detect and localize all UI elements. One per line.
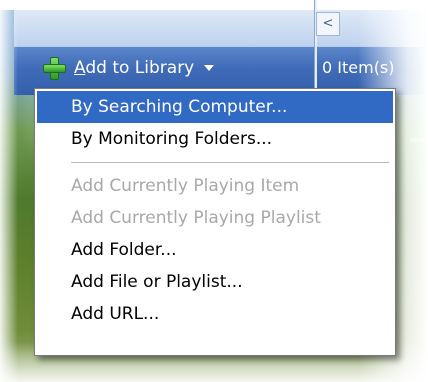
menu-item-add-currently-playing-item: Add Currently Playing Item	[37, 170, 393, 202]
edge-fade-left	[0, 0, 18, 382]
add-to-library-menu: By Searching Computer... By Monitoring F…	[34, 88, 396, 356]
menu-item-label: Add URL...	[71, 304, 160, 324]
add-to-library-label-rest: dd to Library	[85, 58, 195, 78]
mnemonic-letter: A	[74, 58, 86, 78]
menu-item-add-url[interactable]: Add URL...	[37, 298, 393, 330]
menu-item-by-searching-computer[interactable]: By Searching Computer...	[37, 91, 393, 123]
menu-separator	[71, 162, 389, 163]
menu-item-label: By Monitoring Folders...	[71, 129, 273, 149]
add-to-library-label: Add to Library	[74, 58, 194, 78]
scroll-left-button[interactable]: <	[316, 12, 340, 36]
add-to-library-button[interactable]: Add to Library	[34, 48, 242, 88]
screenshot-scene: < Add to Library 0 Item(s) By Searching …	[0, 0, 428, 382]
menu-item-label: Add Currently Playing Item	[71, 176, 300, 196]
menu-item-add-folder[interactable]: Add Folder...	[37, 234, 393, 266]
menu-item-add-currently-playing-playlist: Add Currently Playing Playlist	[37, 202, 393, 234]
menu-item-add-file-or-playlist[interactable]: Add File or Playlist...	[37, 266, 393, 298]
chevron-down-icon	[204, 65, 215, 71]
chevron-left-icon: <	[322, 16, 334, 31]
menu-item-label: Add File or Playlist...	[71, 272, 243, 292]
plus-icon	[42, 56, 66, 80]
menu-item-label: Add Folder...	[71, 240, 177, 260]
menu-item-label: By Searching Computer...	[71, 97, 288, 117]
menu-item-label: Add Currently Playing Playlist	[71, 208, 321, 228]
menu-item-by-monitoring-folders[interactable]: By Monitoring Folders...	[37, 123, 393, 155]
